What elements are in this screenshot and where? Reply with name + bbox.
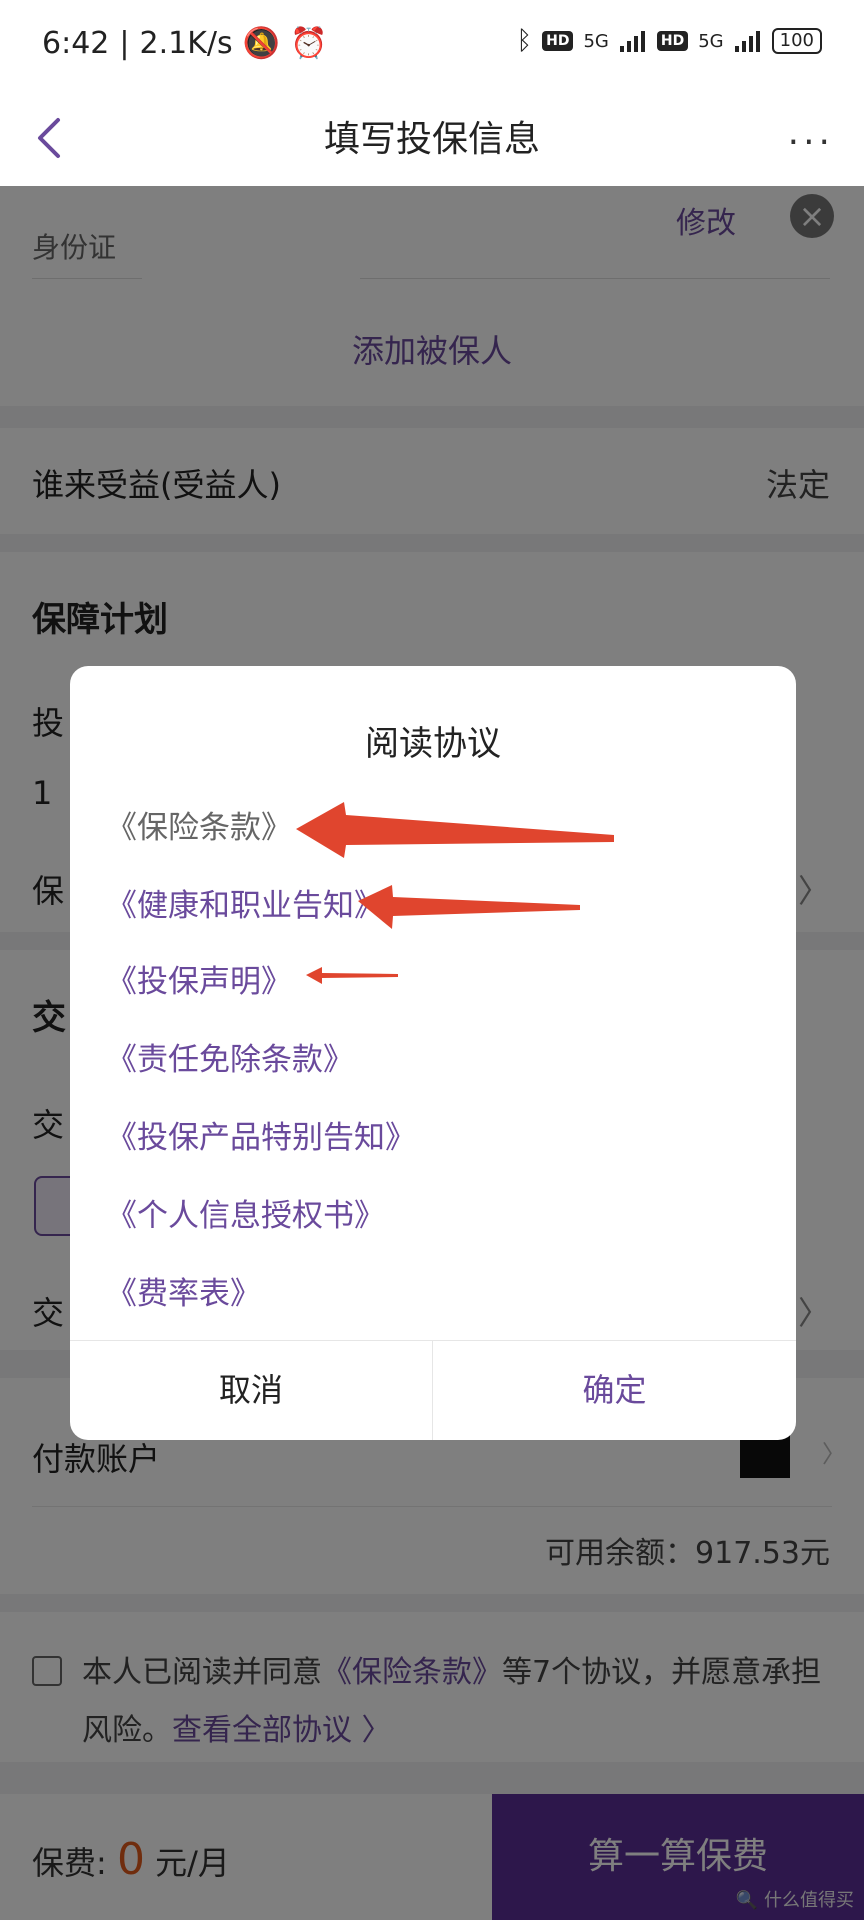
status-right: ᛒ HD 5G HD 5G 100: [517, 26, 822, 56]
alarm-icon: ⏰: [289, 26, 328, 61]
agreement-link-rate-table[interactable]: 《费率表》: [106, 1268, 261, 1313]
agreement-link-health-notice[interactable]: 《健康和职业告知》: [106, 880, 385, 925]
read-agreements-dialog: 阅读协议 《保险条款》 《健康和职业告知》 《投保声明》 《责任免除条款》 《投…: [70, 666, 796, 1440]
nav-bar: 填写投保信息 ···: [0, 92, 864, 186]
dialog-title: 阅读协议: [365, 724, 501, 764]
battery-icon: 100: [771, 28, 822, 54]
page-title: 填写投保信息: [323, 119, 540, 160]
confirm-button[interactable]: 确定: [433, 1340, 796, 1440]
hd-badge-1: HD: [542, 31, 574, 51]
status-time: 6:42: [42, 26, 110, 61]
status-bar: 6:42 | 2.1K/s 🔕 ⏰ ᛒ HD 5G HD 5G 100: [0, 0, 864, 92]
status-sep: |: [119, 26, 130, 61]
agreement-link-privacy-authorization[interactable]: 《个人信息授权书》: [106, 1190, 385, 1235]
network-1: 5G: [583, 30, 609, 52]
status-speed: 2.1K/s: [139, 26, 233, 61]
signal-icon: [734, 31, 760, 52]
agreement-link-special-notice[interactable]: 《投保产品特别告知》: [106, 1112, 416, 1157]
bluetooth-icon: ᛒ: [516, 26, 533, 56]
hd-badge-2: HD: [656, 31, 689, 51]
agreement-link-exclusions[interactable]: 《责任免除条款》: [106, 1034, 354, 1079]
more-options-icon[interactable]: ···: [788, 122, 834, 163]
cancel-button[interactable]: 取消: [70, 1340, 432, 1440]
status-left: 6:42 | 2.1K/s 🔕 ⏰: [42, 26, 327, 61]
agreement-link-insurance-terms[interactable]: 《保险条款》: [106, 802, 292, 847]
network-2: 5G: [698, 30, 724, 52]
agreement-link-declaration[interactable]: 《投保声明》: [106, 956, 292, 1001]
bell-muted-icon: 🔕: [242, 26, 280, 61]
signal-icon: [619, 31, 645, 52]
